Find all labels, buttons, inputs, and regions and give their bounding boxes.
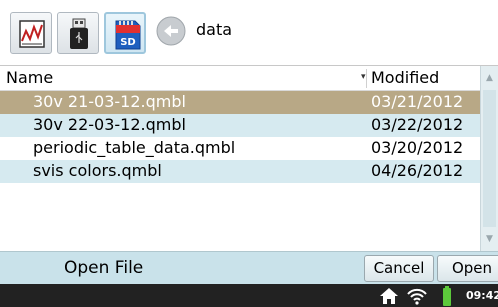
scroll-track[interactable] — [483, 90, 496, 227]
file-row[interactable]: 30v 21-03-12.qmbl 03/21/2012 — [0, 91, 480, 114]
column-header-modified[interactable]: Modified — [371, 68, 439, 87]
file-row[interactable]: 30v 22-03-12.qmbl 03/22/2012 — [0, 114, 480, 137]
scroll-up-icon[interactable]: ▲ — [481, 68, 498, 88]
cancel-button[interactable]: Cancel — [364, 255, 434, 282]
current-folder-label: data — [196, 20, 233, 39]
file-modified: 03/22/2012 — [371, 115, 464, 134]
sd-card-icon: SD — [115, 20, 141, 50]
file-row[interactable]: svis colors.qmbl 04/26/2012 — [0, 160, 480, 183]
wifi-icon — [407, 288, 427, 305]
status-bar: 09:42A — [0, 284, 498, 307]
sd-card-label: SD — [120, 37, 136, 48]
back-button[interactable] — [156, 16, 186, 46]
status-icons — [380, 286, 451, 306]
scroll-down-icon[interactable]: ▼ — [481, 229, 498, 249]
vertical-scrollbar[interactable]: ▲ ▼ — [480, 66, 498, 251]
column-divider — [366, 69, 367, 88]
file-list[interactable]: Name ▾ Modified 30v 21-03-12.qmbl 03/21/… — [0, 66, 480, 251]
home-icon[interactable] — [380, 288, 398, 304]
file-name: svis colors.qmbl — [33, 161, 162, 180]
usb-drive-button[interactable] — [57, 12, 99, 54]
usb-drive-icon — [70, 18, 88, 49]
status-time: 09:42A — [466, 289, 498, 302]
battery-icon — [443, 286, 451, 306]
file-name: 30v 22-03-12.qmbl — [33, 115, 186, 134]
file-modified: 04/26/2012 — [371, 161, 464, 180]
file-modified: 03/20/2012 — [371, 138, 464, 157]
file-name: periodic_table_data.qmbl — [33, 138, 236, 157]
file-name: 30v 21-03-12.qmbl — [33, 92, 186, 111]
open-button[interactable]: Open — [437, 255, 498, 282]
dialog-footer: Open File Cancel Open — [0, 251, 498, 284]
graph-app-icon — [19, 20, 45, 48]
list-header: Name ▾ Modified — [0, 66, 480, 91]
file-row[interactable]: periodic_table_data.qmbl 03/20/2012 — [0, 137, 480, 160]
dialog-title: Open File — [64, 258, 144, 278]
sd-card-button[interactable]: SD — [104, 12, 146, 54]
file-modified: 03/21/2012 — [371, 92, 464, 111]
back-arrow-icon — [156, 16, 186, 46]
column-header-name[interactable]: Name — [6, 68, 53, 87]
sort-indicator-icon: ▾ — [361, 72, 366, 82]
graph-app-button[interactable] — [10, 12, 52, 54]
toolbar: SD data — [0, 0, 498, 66]
